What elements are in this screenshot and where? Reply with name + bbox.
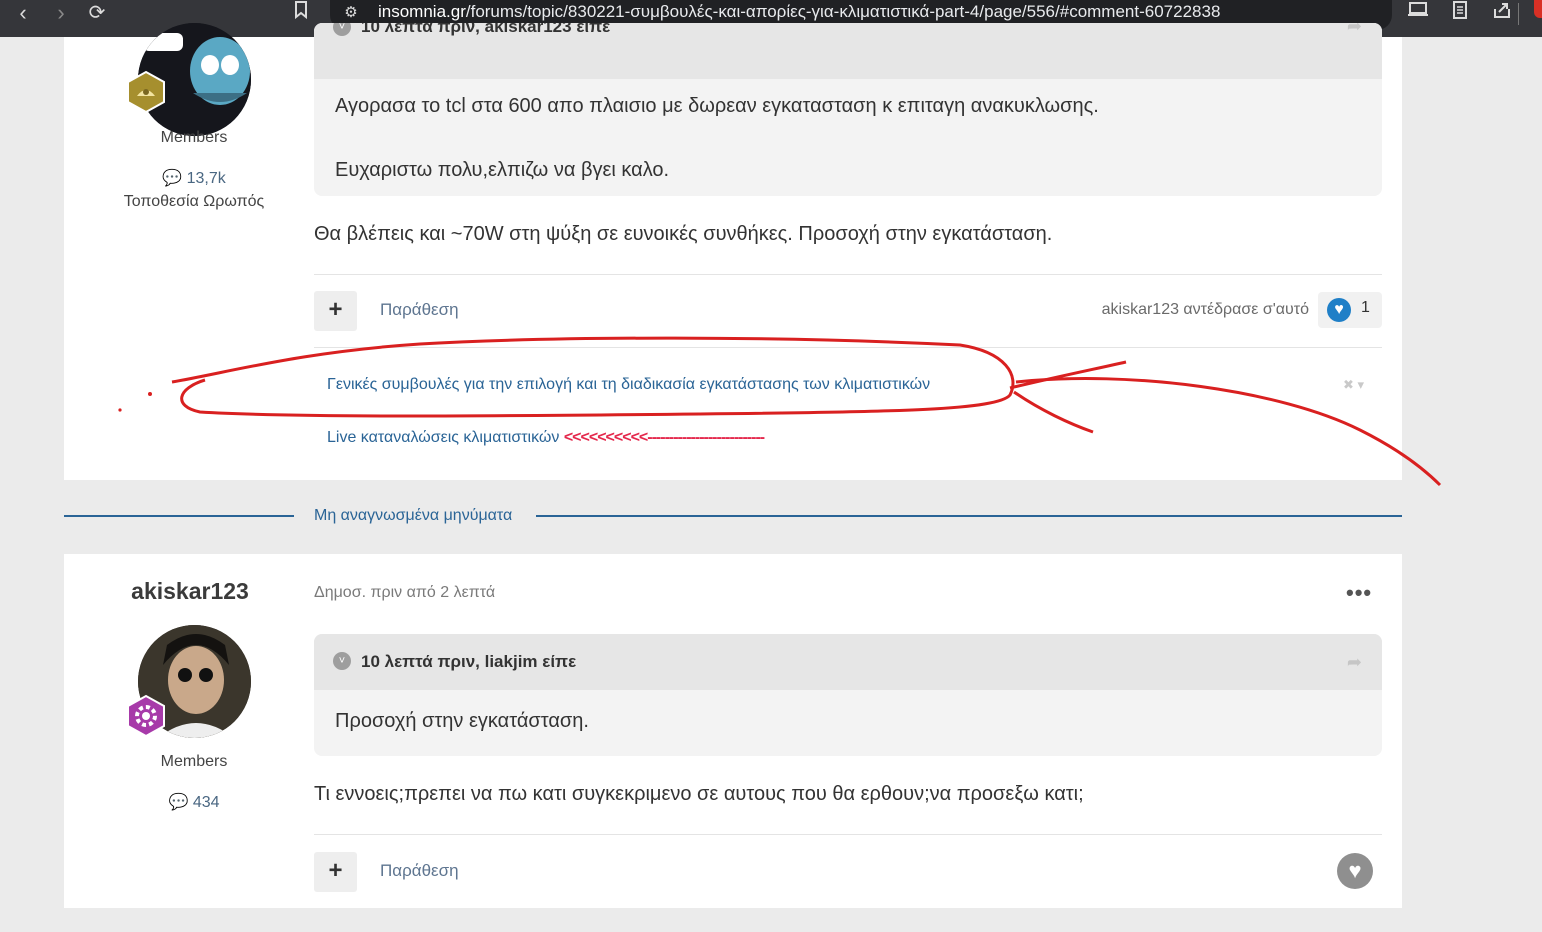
annotation-arrows: <<<<<<<<<<---------------------------: [563, 429, 765, 446]
post-count[interactable]: 💬 434: [64, 792, 324, 812]
reader-icon[interactable]: [1447, 0, 1473, 28]
comment-icon: 💬: [168, 794, 189, 811]
collapse-icon[interactable]: ˅: [333, 23, 351, 36]
quote-header[interactable]: ˅ 10 λεπτά πριν, akiskar123 είπε ➦: [314, 23, 1382, 79]
like-heart-icon[interactable]: ♥: [1337, 853, 1373, 889]
bookmark-icon[interactable]: [288, 0, 314, 28]
quote-block: ˅ 10 λεπτά πριν, akiskar123 είπε ➦ Αγορα…: [314, 23, 1382, 196]
post-date[interactable]: Δημοσ. πριν από 2 λεπτά: [314, 584, 495, 602]
collapse-icon[interactable]: ˅: [333, 652, 351, 670]
extension-badge-icon[interactable]: [1534, 0, 1542, 18]
member-group: Members: [160, 753, 228, 770]
related-link[interactable]: Γενικές συμβουλές για την επιλογή και τη…: [327, 376, 930, 394]
divider: [314, 834, 1382, 835]
share-arrow-icon[interactable]: ➦: [1347, 23, 1362, 37]
post-card: akiskar123 Δημοσ. πριν από 2 λεπτά ••• M…: [64, 554, 1402, 908]
related-link: Live καταναλώσεις κλιματιστικών <<<<<<<<…: [327, 429, 765, 446]
author-name[interactable]: akiskar123: [64, 578, 316, 605]
post-body: Τι εννοεις;πρεπει να πω κατι συγκεκριμεν…: [314, 783, 1084, 805]
close-dropdown-icon[interactable]: ✖ ▾: [1343, 377, 1364, 393]
install-icon[interactable]: [1405, 0, 1431, 28]
quote-header[interactable]: ˅ 10 λεπτά πριν, liakjim είπε ➦: [314, 634, 1382, 690]
rank-badge-icon: [124, 70, 168, 114]
user-location: Τοποθεσία Ωρωπός: [123, 193, 265, 210]
toolbar-separator: [1516, 0, 1520, 28]
divider: [314, 274, 1382, 275]
multiquote-button[interactable]: +: [314, 291, 357, 331]
quote-block: ˅ 10 λεπτά πριν, liakjim είπε ➦ Προσοχή …: [314, 634, 1382, 756]
post-count[interactable]: 💬 13,7k: [64, 168, 324, 188]
post-card: Members 💬 13,7k Τοποθεσία Ωρωπός ˅ 10 λε…: [64, 23, 1402, 480]
reaction-summary[interactable]: akiskar123 αντέδρασε σ'αυτό: [1102, 301, 1309, 319]
multiquote-button[interactable]: +: [314, 852, 357, 892]
quote-line: Αγορασα το tcl στα 600 απο πλαισιο με δω…: [335, 95, 1099, 117]
reaction-count: 1: [1361, 299, 1370, 316]
heart-icon: ♥: [1327, 298, 1351, 322]
unread-separator-label: Μη αναγνωσμένα μηνύματα: [314, 507, 513, 524]
comment-icon: 💬: [162, 170, 183, 187]
divider: [314, 347, 1382, 348]
rank-badge-icon: [124, 694, 168, 738]
quote-author: 10 λεπτά πριν, liakjim είπε: [361, 652, 577, 671]
forward-icon[interactable]: ›: [46, 0, 76, 30]
quote-line: Ευχαριστω πολυ,ελπιζω να βγει καλο.: [335, 159, 670, 181]
quote-button[interactable]: Παράθεση: [380, 300, 459, 320]
quote-button[interactable]: Παράθεση: [380, 861, 459, 881]
quote-author: 10 λεπτά πριν, akiskar123 είπε: [361, 23, 611, 36]
reload-icon[interactable]: ⟳: [82, 0, 112, 30]
member-group: Members: [160, 129, 228, 146]
share-icon[interactable]: [1489, 0, 1515, 28]
back-icon[interactable]: ‹: [8, 0, 38, 30]
unread-separator-line: [536, 515, 1402, 517]
post-body: Θα βλέπεις και ~70W στη ψύξη σε ευνοικές…: [314, 223, 1053, 245]
share-arrow-icon[interactable]: ➦: [1347, 652, 1362, 673]
more-options-icon[interactable]: •••: [1346, 580, 1372, 606]
unread-separator-line: [64, 515, 294, 517]
reaction-button[interactable]: ♥ 1: [1318, 292, 1382, 328]
quote-line: Προσοχή στην εγκατάσταση.: [335, 710, 589, 732]
url-text[interactable]: insomnia.gr/forums/topic/830221-συμβουλέ…: [378, 0, 1220, 24]
